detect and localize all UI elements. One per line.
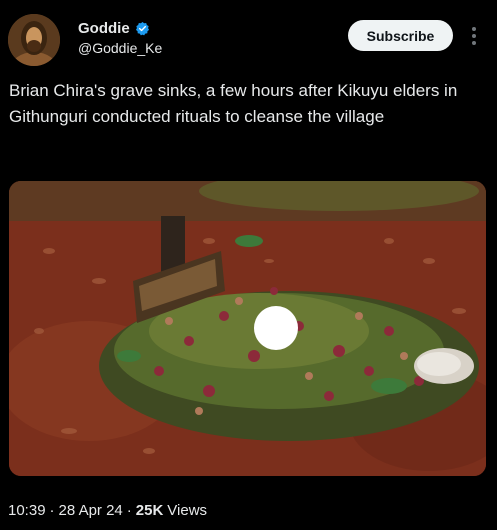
verified-badge-icon <box>135 21 149 36</box>
views-count: 25K <box>135 502 164 519</box>
tweet-meta: 10:39 · 28 Apr 24 · 25K Views <box>8 502 207 519</box>
tweet-header: Goddie @Goddie_Ke Subscribe <box>0 0 497 70</box>
author-handle[interactable]: @Goddie_Ke <box>78 40 162 56</box>
author-name-row[interactable]: Goddie <box>78 20 150 37</box>
tweet-date[interactable]: 28 Apr 24 <box>59 502 123 519</box>
avatar[interactable] <box>8 14 60 66</box>
more-vertical-icon[interactable] <box>468 24 480 48</box>
subscribe-button[interactable]: Subscribe <box>348 20 453 51</box>
meta-separator: · <box>49 502 55 519</box>
display-name[interactable]: Goddie <box>78 20 130 37</box>
meta-separator: · <box>126 502 132 519</box>
grave-photo <box>9 181 486 476</box>
tweet-media-photo[interactable] <box>9 181 486 476</box>
avatar-portrait-icon <box>8 14 60 66</box>
tweet-text: Brian Chira's grave sinks, a few hours a… <box>9 81 458 126</box>
tweet-time[interactable]: 10:39 <box>8 502 46 519</box>
views-label: Views <box>167 502 208 519</box>
